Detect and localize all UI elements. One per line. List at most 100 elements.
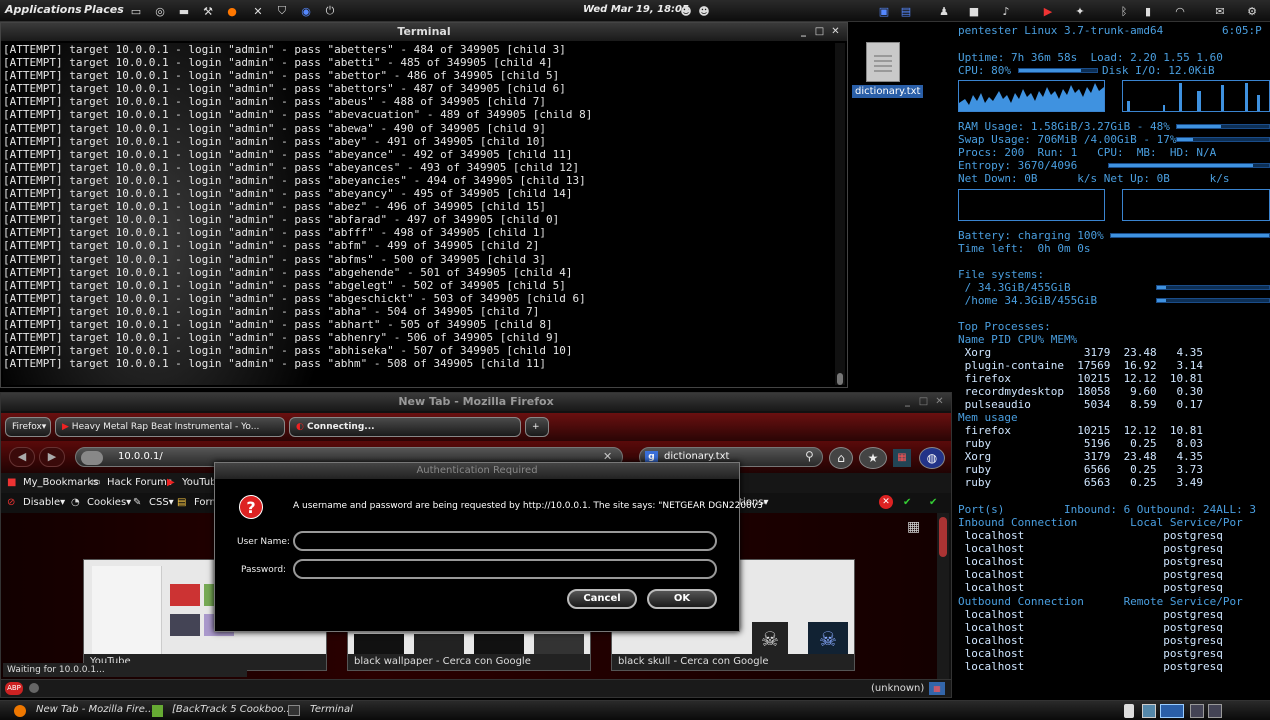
grid-icon[interactable]: ▦ [907, 519, 920, 535]
globe-icon[interactable]: ◍ [919, 447, 945, 469]
minimize-icon[interactable]: _ [797, 25, 810, 38]
workspace-icon[interactable] [1142, 704, 1156, 718]
maximize-icon[interactable]: □ [917, 395, 930, 408]
terminal-line: [ATTEMPT] target 10.0.0.1 - login "admin… [3, 331, 560, 345]
status-text: Waiting for 10.0.0.1... [3, 663, 247, 677]
scrollbar-thumb[interactable] [837, 373, 843, 385]
disable-icon: ⊘ [7, 497, 16, 508]
cancel-button[interactable]: Cancel [567, 589, 637, 609]
authentication-dialog[interactable]: Authentication Required ? A username and… [214, 462, 767, 632]
terminal-window[interactable]: Terminal _ □ ✕ [ATTEMPT] target 10.0.0.1… [0, 22, 848, 388]
text-file-icon[interactable] [866, 42, 900, 82]
video-preview [170, 614, 200, 636]
home-icon[interactable]: ⌂ [829, 447, 853, 469]
check-icon[interactable]: ✔ [903, 497, 911, 508]
password-field[interactable] [293, 559, 717, 579]
connection-row: localhost postgresq [958, 529, 1223, 542]
page-scrollbar[interactable] [937, 513, 949, 679]
tab-youtube[interactable]: ▶ Heavy Metal Rap Beat Instrumental - Yo… [55, 417, 285, 437]
minimize-icon[interactable]: _ [901, 395, 914, 408]
addon-icon[interactable]: ▦ [929, 682, 945, 695]
display-icon[interactable]: ▣ [876, 3, 892, 19]
username-label: User Name: [237, 537, 290, 547]
network-manager-icon[interactable]: ▤ [898, 3, 914, 19]
devbar-disable[interactable]: Disable▾ [23, 497, 65, 508]
workspace-icon[interactable] [1160, 704, 1184, 718]
wrench-icon[interactable]: ⚒ [200, 3, 216, 19]
battery-icon[interactable]: ▮ [1140, 3, 1156, 19]
applications-menu[interactable]: Applications [5, 3, 82, 16]
terminal-scrollbar[interactable] [835, 43, 845, 385]
terminal-line: [ATTEMPT] target 10.0.0.1 - login "admin… [3, 265, 573, 279]
window-icon[interactable]: ▭ [128, 3, 144, 19]
lock-icon[interactable]: ◉ [298, 3, 314, 19]
process-row: ruby 6563 0.25 3.49 [958, 476, 1204, 489]
chrome-icon[interactable]: ◎ [152, 3, 168, 19]
terminal-line: [ATTEMPT] target 10.0.0.1 - login "admin… [3, 304, 540, 318]
conky-cpu: CPU: 80% [958, 64, 1011, 77]
status-indicator-icon [29, 683, 39, 693]
workspace-icon[interactable] [1208, 704, 1222, 718]
username-field[interactable] [293, 531, 717, 551]
tab-bar: Firefox▾ ▶ Heavy Metal Rap Beat Instrume… [1, 413, 951, 441]
ram-bar [1176, 124, 1270, 129]
error-icon[interactable]: ✕ [879, 495, 893, 509]
dialog-title[interactable]: Authentication Required [215, 463, 739, 479]
x-icon[interactable]: ✕ [250, 3, 266, 19]
youtube-tray-icon[interactable]: ▶ [1040, 3, 1056, 19]
connection-row: localhost postgresq [958, 581, 1223, 594]
ok-button[interactable]: OK [647, 589, 717, 609]
forward-button[interactable]: ▶ [39, 447, 65, 467]
terminal-title[interactable]: Terminal [1, 23, 847, 41]
scrollbar-thumb[interactable] [939, 517, 947, 557]
bookmark-hack-forums[interactable]: Hack Forums [107, 477, 172, 488]
maximize-icon[interactable]: □ [813, 25, 826, 38]
clock[interactable]: Wed Mar 19, 18:05 [583, 4, 689, 15]
addon-icon[interactable]: ▦ [893, 449, 911, 467]
adblock-icon[interactable]: ABP [5, 682, 23, 695]
terminal-output[interactable]: [ATTEMPT] target 10.0.0.1 - login "admin… [3, 43, 833, 385]
firefox-title[interactable]: New Tab - Mozilla Firefox [1, 393, 951, 411]
bluetooth-icon[interactable]: ᛒ [1116, 3, 1132, 19]
site-identity-icon[interactable] [81, 451, 103, 465]
terminal-line: [ATTEMPT] target 10.0.0.1 - login "admin… [3, 317, 553, 331]
taskbar-item-firefox[interactable]: New Tab - Mozilla Fire... [36, 704, 154, 715]
stop-record-icon[interactable]: ■ [966, 3, 982, 19]
firefox-icon [14, 705, 26, 717]
settings-icon[interactable]: ✦ [1072, 3, 1088, 19]
connection-row: localhost postgresq [958, 660, 1223, 673]
power-icon[interactable]: ⏻ [322, 3, 338, 19]
user-icon[interactable]: ♟ [936, 3, 952, 19]
taskbar-item-backtrack[interactable]: [BackTrack 5 Cookboo... [172, 704, 293, 715]
back-button[interactable]: ◀ [9, 447, 35, 467]
bookmark-my-bookmarks[interactable]: My_Bookmarks [23, 477, 98, 488]
conky-time: 6:05:P [1222, 24, 1262, 37]
devbar-cookies[interactable]: Cookies▾ [87, 497, 131, 508]
shield-icon[interactable]: ⛉ [274, 3, 290, 19]
taskbar-item-terminal[interactable]: Terminal [310, 704, 353, 715]
devbar-css[interactable]: CSS▾ [149, 497, 174, 508]
workspace-icon[interactable] [1190, 704, 1204, 718]
gear-icon[interactable]: ⚙ [1244, 3, 1260, 19]
trash-icon[interactable] [1124, 704, 1134, 718]
connection-row: localhost postgresq [958, 634, 1223, 647]
places-menu[interactable]: Places [84, 3, 124, 16]
desktop-file-label[interactable]: dictionary.txt [852, 85, 924, 98]
volume-icon[interactable]: ♪ [998, 3, 1014, 19]
cpu-bar [1018, 68, 1098, 73]
check-icon[interactable]: ✔ [929, 497, 937, 508]
search-icon[interactable]: ⚲ [805, 449, 814, 463]
wifi-icon[interactable]: ◠ [1172, 3, 1188, 19]
firefox-menu-button[interactable]: Firefox▾ [5, 417, 51, 437]
terminal-icon [288, 705, 300, 716]
tab-connecting[interactable]: ◐ Connecting... [289, 417, 521, 437]
mail-icon[interactable]: ✉ [1212, 3, 1228, 19]
terminal-line: [ATTEMPT] target 10.0.0.1 - login "admin… [3, 43, 566, 56]
close-icon[interactable]: ✕ [933, 395, 946, 408]
firefox-icon[interactable]: ● [224, 3, 240, 19]
close-icon[interactable]: ✕ [829, 25, 842, 38]
new-tab-button[interactable]: + [525, 417, 549, 437]
css-icon: ✎ [133, 497, 142, 508]
desktop-icon[interactable]: ▬ [176, 3, 192, 19]
bookmark-star-icon[interactable]: ★ [859, 447, 887, 469]
